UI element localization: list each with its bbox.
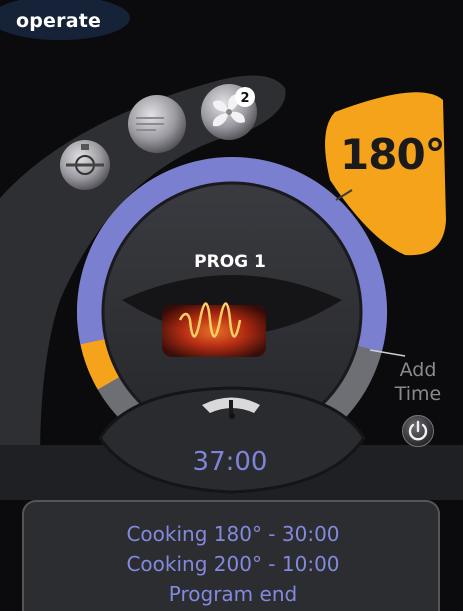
heating-glow — [162, 305, 266, 357]
program-step: Program end — [168, 582, 298, 606]
oven-control-screen: 2 operate 180° PROG 1 37:00 Add Time Coo… — [0, 0, 463, 611]
power-button[interactable] — [402, 415, 434, 447]
program-name: PROG 1 — [194, 252, 266, 272]
add-time-label-line2: Time — [394, 383, 442, 405]
add-time-button[interactable]: Add Time — [388, 358, 448, 406]
timer-display[interactable]: 37:00 — [160, 447, 300, 477]
power-icon — [408, 420, 428, 441]
temperature-value[interactable]: 180° — [340, 130, 450, 179]
fan-level-badge-text: 2 — [240, 91, 249, 106]
add-time-label-line1: Add — [399, 359, 437, 381]
program-step-list[interactable]: Cooking 180° - 30:00 Cooking 200° - 10:0… — [22, 500, 440, 611]
heating-element-icon[interactable] — [128, 95, 186, 153]
mode-label: operate — [16, 10, 102, 32]
steam-valve-icon[interactable] — [60, 140, 110, 190]
program-step: Cooking 200° - 10:00 — [126, 552, 340, 576]
program-step: Cooking 180° - 30:00 — [126, 522, 340, 546]
